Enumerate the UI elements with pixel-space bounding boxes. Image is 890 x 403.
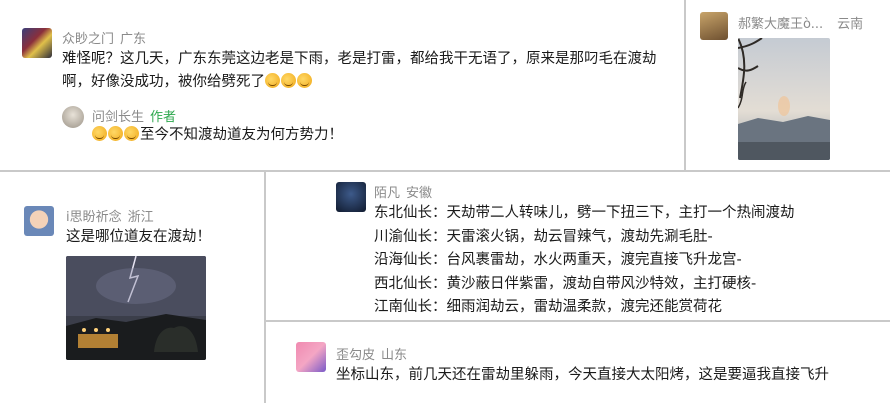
laugh-cry-emoji-icon	[108, 126, 123, 141]
comment-text: 难怪呢？这几天，广东东莞这边老是下雨，老是打雷，都给我干无语了，原来是那叼毛在渡…	[62, 48, 657, 94]
laugh-cry-emoji-icon	[92, 126, 107, 141]
avatar[interactable]	[22, 28, 52, 58]
avatar[interactable]	[24, 206, 54, 236]
author-badge: 作者	[150, 110, 177, 125]
comment-card: 众眇之门 广东 难怪呢？这几天，广东东莞这边老是下雨，老是打雷，都给我干无语了，原…	[0, 0, 684, 170]
laugh-cry-emoji-icon	[265, 73, 280, 88]
comment-line: 沿海仙长：台风裹雷劫，水火两重天，渡完直接飞升龙宫-	[374, 252, 742, 268]
location: 云南	[837, 17, 864, 32]
avatar[interactable]	[62, 106, 84, 128]
reply-text: 至今不知渡劫道友为何方势力！	[92, 124, 343, 147]
comment-line-text: 啊，好像没成功，被你给劈死了	[62, 74, 265, 90]
comment-meta: 陌凡 安徽	[374, 182, 432, 201]
comment-card: 歪勾皮 山东 坐标山东，前几天还在雷劫里躲雨，今天直接大太阳烤，这是要逼我直接飞升	[266, 322, 890, 403]
avatar[interactable]	[700, 12, 728, 40]
comment-meta: 歪勾皮 山东	[336, 344, 407, 363]
username[interactable]: 陌凡	[374, 186, 400, 201]
comment-meta: 众眇之门 广东	[62, 28, 146, 47]
comment-line: 坐标山东，前几天还在雷劫里躲雨，今天直接大太阳烤，这是要逼我直接飞升	[336, 367, 829, 383]
location: 山东	[381, 348, 408, 363]
comment-line: 川渝仙长：天雷滚火锅，劫云冒辣气，渡劫先涮毛肚-	[374, 228, 713, 245]
reply-username[interactable]: 问剑长生	[92, 110, 144, 125]
laugh-cry-emoji-icon	[124, 126, 139, 141]
comment-card: 陌凡 安徽 东北仙长：天劫带二人转味儿，劈一下扭三下，主打一个热闹渡劫 川渝仙长：…	[266, 172, 890, 320]
comment-text: 东北仙长：天劫带二人转味儿，劈一下扭三下，主打一个热闹渡劫 川渝仙长：天雷滚火锅…	[374, 202, 795, 320]
comment-line-2: 啊，好像没成功，被你给劈死了	[62, 71, 657, 94]
comment-text: 坐标山东，前几天还在雷劫里躲雨，今天直接大太阳烤，这是要逼我直接飞升	[336, 364, 829, 387]
laugh-cry-emoji-icon	[281, 73, 296, 88]
reply-meta: 问剑长生 作者	[92, 106, 176, 125]
comment-card: i思盼祈念 浙江 这是哪位道友在渡劫！	[0, 172, 264, 403]
photo-thumbnail[interactable]	[66, 256, 206, 360]
comment-meta: 郝繁大魔王ò... 云南	[738, 13, 863, 32]
comment-card: 郝繁大魔王ò... 云南	[686, 0, 890, 170]
photo-thumbnail[interactable]	[738, 38, 830, 160]
avatar[interactable]	[296, 342, 326, 372]
comment-line: 西北仙长：黄沙蔽日伴紫雷，渡劫自带风沙特效，主打硬核-	[374, 275, 757, 292]
username[interactable]: 歪勾皮	[336, 348, 375, 363]
location: 广东	[120, 32, 147, 47]
location: 浙江	[127, 210, 154, 225]
reply-body: 至今不知渡劫道友为何方势力！	[140, 127, 343, 143]
username[interactable]: 众眇之门	[62, 32, 114, 47]
username[interactable]: 郝繁大魔王ò...	[738, 17, 823, 32]
comment-line: 江南仙长：细雨润劫云，雷劫温柔款，渡完还能赏荷花	[374, 299, 722, 315]
avatar[interactable]	[336, 182, 366, 212]
comment-line: 这是哪位道友在渡劫！	[66, 229, 211, 245]
comment-text: 这是哪位道友在渡劫！	[66, 226, 211, 249]
username[interactable]: i思盼祈念	[66, 210, 122, 225]
comment-meta: i思盼祈念 浙江	[66, 206, 154, 225]
laugh-cry-emoji-icon	[297, 73, 312, 88]
location: 安徽	[406, 186, 433, 201]
comment-line: 难怪呢？这几天，广东东莞这边老是下雨，老是打雷，都给我干无语了，原来是那叼毛在渡…	[62, 51, 657, 67]
lightning-night-photo	[66, 256, 206, 360]
sky-tree-photo	[738, 38, 830, 160]
comment-line: 东北仙长：天劫带二人转味儿，劈一下扭三下，主打一个热闹渡劫	[374, 205, 795, 221]
